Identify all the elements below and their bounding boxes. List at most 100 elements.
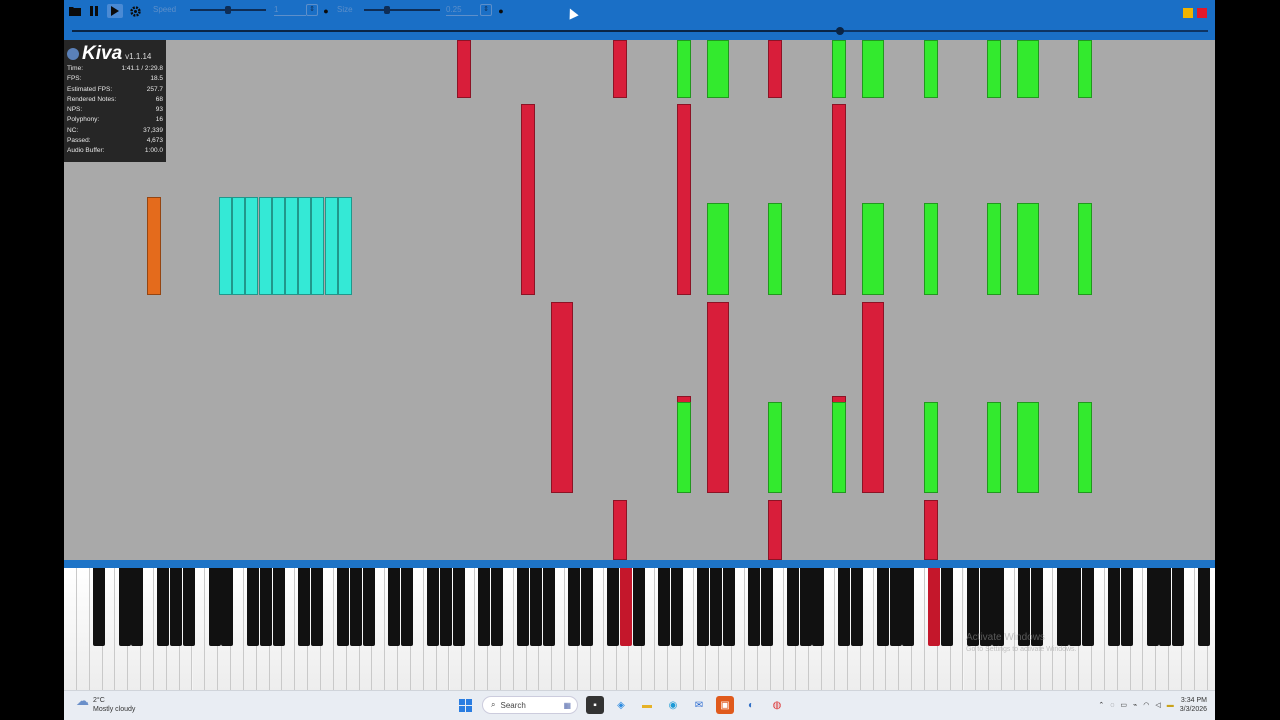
black-key[interactable] — [92, 568, 105, 646]
black-key[interactable] — [851, 568, 863, 646]
white-key[interactable] — [76, 568, 90, 690]
close-button[interactable] — [1197, 8, 1207, 18]
black-key[interactable] — [169, 568, 182, 646]
black-key[interactable] — [311, 568, 324, 646]
black-key[interactable] — [349, 568, 362, 646]
black-key[interactable] — [1082, 568, 1095, 646]
black-key[interactable] — [118, 568, 131, 646]
folder-icon[interactable] — [68, 4, 82, 18]
black-key[interactable] — [439, 568, 452, 646]
black-key[interactable] — [799, 568, 812, 646]
piano-keyboard[interactable] — [64, 568, 1215, 690]
black-key[interactable] — [491, 568, 504, 646]
black-key[interactable] — [902, 568, 915, 646]
black-key[interactable] — [581, 568, 594, 646]
black-key[interactable] — [786, 568, 799, 646]
volume-icon[interactable]: ◁ — [1155, 701, 1160, 709]
black-key[interactable] — [928, 568, 941, 646]
black-key[interactable] — [722, 568, 735, 646]
size-value-input[interactable]: 0.25 — [446, 4, 478, 16]
black-key[interactable] — [478, 568, 491, 646]
black-key[interactable] — [812, 568, 825, 646]
black-key[interactable] — [247, 568, 260, 646]
wifi-icon[interactable]: ◠ — [1143, 701, 1149, 709]
taskbar-search[interactable]: ⌕ Search ▦ — [482, 696, 578, 714]
black-key[interactable] — [1146, 568, 1159, 646]
speed-reset-icon[interactable]: ● — [321, 4, 331, 18]
network-icon[interactable]: ◌ — [1110, 702, 1114, 709]
seek-bar[interactable] — [72, 27, 1208, 35]
windows-start-icon[interactable] — [456, 696, 474, 714]
black-key[interactable] — [876, 568, 889, 646]
black-key[interactable] — [337, 568, 349, 646]
black-key[interactable] — [157, 568, 170, 646]
size-reset-icon[interactable]: ● — [496, 4, 506, 18]
black-key[interactable] — [131, 568, 144, 646]
minimize-button[interactable] — [1183, 8, 1193, 18]
play-icon[interactable] — [107, 4, 123, 18]
black-key[interactable] — [1159, 568, 1172, 646]
note-bar — [707, 40, 729, 98]
black-key[interactable] — [529, 568, 542, 646]
clock[interactable]: 3:34 PM 3/3/2026 — [1180, 696, 1207, 714]
weather-widget[interactable]: ☁ 2°C Mostly cloudy — [76, 694, 135, 714]
black-key[interactable] — [298, 568, 311, 646]
black-key[interactable] — [1120, 568, 1133, 646]
black-key[interactable] — [940, 568, 953, 646]
black-key[interactable] — [401, 568, 414, 646]
black-key[interactable] — [1197, 568, 1210, 646]
black-key[interactable] — [761, 568, 774, 646]
pause-icon[interactable] — [87, 4, 101, 18]
app-orange-icon[interactable]: ▣ — [716, 696, 734, 714]
black-key[interactable] — [516, 568, 529, 646]
size-slider-track[interactable] — [364, 9, 440, 11]
chevron-up-icon[interactable]: ⌃ — [1098, 701, 1104, 709]
white-key[interactable] — [141, 568, 154, 690]
black-key[interactable] — [259, 568, 272, 646]
file-explorer-icon[interactable]: ▬ — [638, 696, 656, 714]
black-key[interactable] — [1172, 568, 1185, 646]
black-key[interactable] — [606, 568, 619, 646]
black-key[interactable] — [709, 568, 722, 646]
gear-icon[interactable] — [128, 4, 142, 18]
black-key[interactable] — [362, 568, 375, 646]
black-key[interactable] — [272, 568, 285, 646]
black-key[interactable] — [671, 568, 684, 646]
seek-bar-thumb[interactable] — [835, 27, 844, 35]
white-key[interactable] — [822, 568, 835, 690]
black-key[interactable] — [221, 568, 234, 646]
note-bar — [677, 40, 691, 98]
black-key[interactable] — [1108, 568, 1120, 646]
black-key[interactable] — [182, 568, 195, 646]
black-key[interactable] — [426, 568, 439, 646]
speed-slider-thumb[interactable] — [225, 6, 231, 14]
white-key[interactable] — [912, 568, 925, 690]
kiva-taskbar-icon[interactable]: ◐ — [742, 696, 760, 714]
stat-value: 37,339 — [143, 126, 163, 134]
black-key[interactable] — [388, 568, 401, 646]
black-key[interactable] — [619, 568, 632, 646]
black-key[interactable] — [696, 568, 709, 646]
task-view-icon[interactable]: ▪ — [586, 696, 604, 714]
usb-icon[interactable]: ⌁ — [1133, 701, 1137, 709]
black-key[interactable] — [632, 568, 645, 646]
black-key[interactable] — [658, 568, 671, 646]
speed-spinner[interactable]: ⇕ — [306, 4, 318, 16]
outlook-icon[interactable]: ✉ — [690, 696, 708, 714]
black-key[interactable] — [542, 568, 555, 646]
edge-icon[interactable]: ◉ — [664, 696, 682, 714]
copilot-icon[interactable]: ◈ — [612, 696, 630, 714]
black-key[interactable] — [568, 568, 581, 646]
black-key[interactable] — [838, 568, 851, 646]
security-icon[interactable]: ▭ — [1120, 701, 1127, 709]
size-slider-thumb[interactable] — [383, 6, 390, 14]
speed-value-input[interactable]: 1 — [274, 4, 306, 16]
black-key[interactable] — [452, 568, 465, 646]
white-key[interactable] — [64, 568, 77, 690]
black-key[interactable] — [889, 568, 902, 646]
chrome-icon[interactable]: ◍ — [768, 696, 786, 714]
black-key[interactable] — [208, 568, 221, 646]
size-spinner[interactable]: ⇕ — [480, 4, 492, 16]
battery-icon[interactable]: ▬ — [1167, 702, 1174, 709]
black-key[interactable] — [748, 568, 761, 646]
